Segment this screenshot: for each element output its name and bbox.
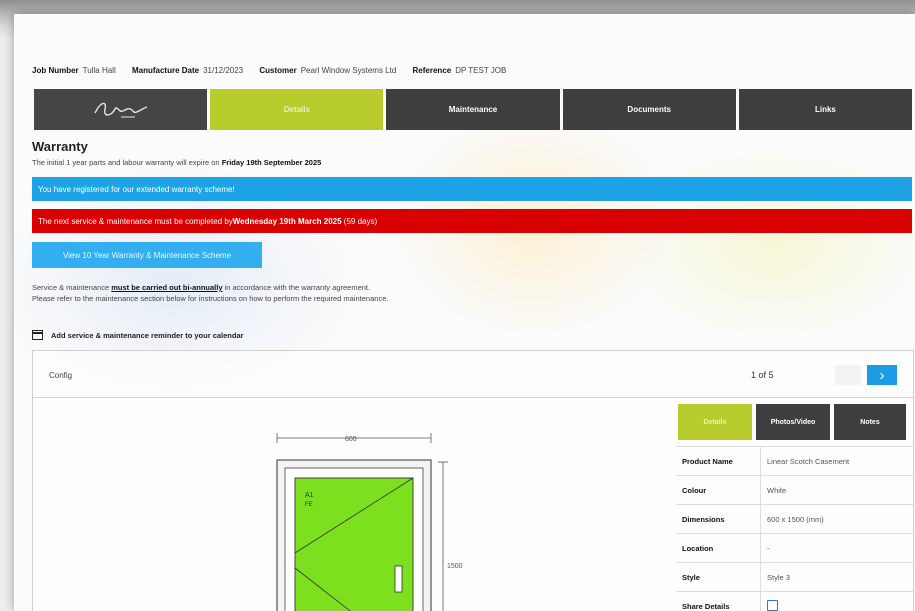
table-row: Style Style 3 <box>676 562 913 592</box>
service-text-a: Service & maintenance <box>32 283 112 292</box>
service-text-c: in accordance with the warranty agreemen… <box>222 283 371 292</box>
next-product-button[interactable]: › <box>867 365 897 385</box>
spec-key: Location <box>676 533 761 563</box>
table-row: Colour White <box>676 475 913 505</box>
customer-label: Customer <box>259 66 297 75</box>
service-instructions: Service & maintenance must be carried ou… <box>32 282 388 304</box>
tab-links[interactable]: Links <box>738 89 913 130</box>
product-details-sidebar: Details Photos/Video Notes Product Name … <box>674 398 913 611</box>
customer-value: Pearl Window Systems Ltd <box>300 66 397 75</box>
side-tab-details[interactable]: Details <box>678 404 752 440</box>
product-spec-table: Product Name Linear Scotch Casement Colo… <box>676 446 913 611</box>
service-due-notice: The next service & maintenance must be c… <box>32 209 912 233</box>
spec-value: - <box>760 533 913 563</box>
spec-value: Linear Scotch Casement <box>760 446 913 476</box>
product-panel-label: Config <box>49 371 73 380</box>
warranty-title: Warranty <box>32 139 88 154</box>
service-text-2: Please refer to the maintenance section … <box>32 294 389 303</box>
manufacture-date-label: Manufacture Date <box>131 66 200 75</box>
spec-value: 600 x 1500 (mm) <box>760 504 913 534</box>
share-checkbox-icon[interactable] <box>767 599 778 611</box>
product-panel: Config 1 of 5 › 600 1500 A1 FE Details P… <box>32 350 914 611</box>
registered-notice: You have registered for our extended war… <box>32 177 912 201</box>
manufacture-date-value: 31/12/2023 <box>203 66 244 75</box>
job-number-label: Job Number <box>32 66 79 75</box>
spec-key: Colour <box>676 475 761 505</box>
tab-home-logo[interactable] <box>34 89 208 130</box>
registered-notice-text: You have registered for our extended war… <box>38 184 235 194</box>
job-summary: Job Number Tulla Hall Manufacture Date 31/… <box>32 66 520 75</box>
table-row: Dimensions 600 x 1500 (mm) <box>676 504 913 534</box>
product-panel-header: Config 1 of 5 › <box>33 351 913 398</box>
screen-frame: Job Number Tulla Hall Manufacture Date 31/… <box>0 0 915 611</box>
main-nav: Details Maintenance Documents Links <box>34 89 913 130</box>
spec-key: Style <box>676 562 761 592</box>
tab-details[interactable]: Details <box>210 89 384 130</box>
service-due-days: (59 days) <box>343 216 378 226</box>
sash-label: A1 <box>305 492 314 499</box>
table-row: Share Details <box>676 591 913 611</box>
spec-key: Share Details <box>676 591 761 611</box>
signature-logo-icon <box>93 102 147 117</box>
warranty-expiry-date: Friday 19th September 2025 <box>221 158 322 167</box>
tab-maintenance[interactable]: Maintenance <box>386 89 560 130</box>
calendar-reminder-link[interactable]: Add service & maintenance reminder to yo… <box>32 330 244 340</box>
side-tab-photos[interactable]: Photos/Video <box>756 404 830 440</box>
calendar-icon <box>32 330 43 340</box>
spec-value <box>760 591 913 611</box>
height-dimension-label: 1500 <box>447 563 463 570</box>
product-count: 1 of 5 <box>751 370 774 380</box>
previous-product-button[interactable] <box>835 365 861 385</box>
service-text-emphasis: must be carried out bi-annually <box>111 283 223 292</box>
window-handle <box>394 565 403 593</box>
table-row: Product Name Linear Scotch Casement <box>676 446 913 476</box>
warranty-expiry-prefix: The initial 1 year parts and labour warr… <box>32 158 222 167</box>
calendar-reminder-label: Add service & maintenance reminder to yo… <box>51 330 244 340</box>
table-row: Location - <box>676 533 913 563</box>
side-tab-notes[interactable]: Notes <box>834 404 906 440</box>
reference-label: Reference <box>412 66 452 75</box>
side-tabs: Details Photos/Video Notes <box>678 404 906 440</box>
tab-documents[interactable]: Documents <box>562 89 736 130</box>
portal-page: Job Number Tulla Hall Manufacture Date 31/… <box>14 14 915 611</box>
spec-key: Dimensions <box>676 504 761 534</box>
job-number-value: Tulla Hall <box>82 66 116 75</box>
sash-sub-label: FE <box>305 502 313 508</box>
warranty-expiry-text: The initial 1 year parts and labour warr… <box>32 158 321 167</box>
chevron-right-icon: › <box>879 366 885 384</box>
reference-value: DP TEST JOB <box>455 66 507 75</box>
width-dimension-label: 600 <box>345 436 357 443</box>
spec-value: White <box>760 475 913 505</box>
view-warranty-scheme-button[interactable]: View 10 Year Warranty & Maintenance Sche… <box>32 242 262 268</box>
service-due-date: Wednesday 19th March 2025 <box>232 216 342 226</box>
window-drawing-svg: 600 1500 A1 FE <box>276 433 463 611</box>
service-due-prefix: The next service & maintenance must be c… <box>38 216 233 226</box>
spec-key: Product Name <box>676 446 761 476</box>
window-drawing: 600 1500 A1 FE <box>33 398 673 611</box>
spec-value: Style 3 <box>760 562 913 592</box>
